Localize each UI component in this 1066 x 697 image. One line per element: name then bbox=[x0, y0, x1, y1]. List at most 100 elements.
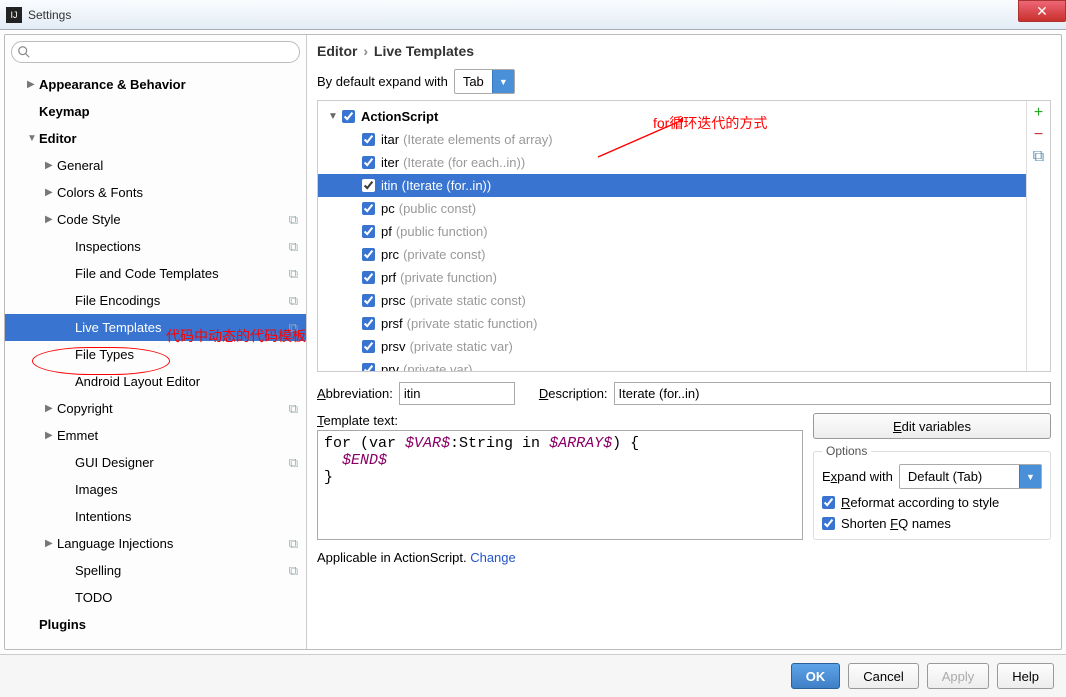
template-desc: (private static const) bbox=[410, 293, 526, 308]
project-scope-icon: ⧉ bbox=[289, 212, 298, 228]
template-desc: (private static function) bbox=[407, 316, 538, 331]
template-desc: (private const) bbox=[403, 247, 485, 262]
sidebar-item-label: GUI Designer bbox=[75, 455, 154, 470]
shorten-label: Shorten FQ names bbox=[841, 516, 951, 531]
template-checkbox[interactable] bbox=[362, 294, 375, 307]
desc-label: Description: bbox=[539, 386, 608, 401]
reformat-label: Reformat according to style bbox=[841, 495, 999, 510]
template-checkbox[interactable] bbox=[362, 133, 375, 146]
reformat-checkbox[interactable] bbox=[822, 496, 835, 509]
sidebar-item-label: Plugins bbox=[39, 617, 86, 632]
template-group-header[interactable]: ▼ActionScript bbox=[318, 105, 1026, 128]
template-text-label: Template text: bbox=[317, 413, 803, 428]
copy-icon[interactable]: ⧉ bbox=[1031, 149, 1047, 165]
sidebar-item-intentions[interactable]: Intentions bbox=[5, 503, 306, 530]
template-item-pc[interactable]: pc (public const) bbox=[318, 197, 1026, 220]
sidebar-item-inspections[interactable]: Inspections⧉ bbox=[5, 233, 306, 260]
template-desc: (private var) bbox=[403, 362, 472, 371]
template-item-prc[interactable]: prc (private const) bbox=[318, 243, 1026, 266]
sidebar-item-emmet[interactable]: ▶Emmet bbox=[5, 422, 306, 449]
sidebar-item-label: Keymap bbox=[39, 104, 90, 119]
template-checkbox[interactable] bbox=[362, 156, 375, 169]
search-input[interactable] bbox=[11, 41, 300, 63]
abbr-label: Abbreviation: bbox=[317, 386, 393, 401]
sidebar-item-label: Intentions bbox=[75, 509, 131, 524]
options-group: Options Expand with Default (Tab) ▼ Refo… bbox=[813, 451, 1051, 540]
shorten-checkbox[interactable] bbox=[822, 517, 835, 530]
breadcrumb: Editor › Live Templates bbox=[317, 43, 1051, 59]
template-checkbox[interactable] bbox=[362, 202, 375, 215]
template-checkbox[interactable] bbox=[362, 317, 375, 330]
sidebar-item-appearance-behavior[interactable]: ▶Appearance & Behavior bbox=[5, 71, 306, 98]
template-checkbox[interactable] bbox=[362, 248, 375, 261]
tree-arrow-icon: ▶ bbox=[45, 214, 57, 225]
template-abbr: prsf bbox=[381, 316, 403, 331]
template-checkbox[interactable] bbox=[362, 363, 375, 371]
sidebar-item-copyright[interactable]: ▶Copyright⧉ bbox=[5, 395, 306, 422]
template-item-prsc[interactable]: prsc (private static const) bbox=[318, 289, 1026, 312]
sidebar-item-todo[interactable]: TODO bbox=[5, 584, 306, 611]
sidebar-item-label: Appearance & Behavior bbox=[39, 77, 186, 92]
template-list-box: ▼ActionScriptitar (Iterate elements of a… bbox=[317, 100, 1051, 372]
expand-default-combo[interactable]: Tab ▼ bbox=[454, 69, 515, 94]
template-checkbox[interactable] bbox=[362, 271, 375, 284]
sidebar-item-label: Code Style bbox=[57, 212, 121, 227]
template-desc: (Iterate (for..in)) bbox=[402, 178, 492, 193]
expand-with-label: Expand with bbox=[822, 469, 893, 484]
sidebar-item-plugins[interactable]: Plugins bbox=[5, 611, 306, 638]
sidebar-item-code-style[interactable]: ▶Code Style ⧉ bbox=[5, 206, 306, 233]
cancel-button[interactable]: Cancel bbox=[848, 663, 918, 689]
sidebar-item-file-and-code-templates[interactable]: File and Code Templates⧉ bbox=[5, 260, 306, 287]
template-side-buttons: + − ⧉ bbox=[1026, 101, 1050, 371]
app-icon: IJ bbox=[6, 7, 22, 23]
sidebar-item-editor[interactable]: ▼Editor bbox=[5, 125, 306, 152]
tree-arrow-icon: ▶ bbox=[27, 79, 39, 90]
tree-arrow-icon: ▶ bbox=[45, 403, 57, 414]
breadcrumb-b: Live Templates bbox=[374, 43, 474, 59]
sidebar-item-android-layout-editor[interactable]: Android Layout Editor bbox=[5, 368, 306, 395]
abbr-input[interactable] bbox=[399, 382, 515, 405]
template-item-prf[interactable]: prf (private function) bbox=[318, 266, 1026, 289]
expand-with-combo[interactable]: Default (Tab) ▼ bbox=[899, 464, 1042, 489]
template-checkbox[interactable] bbox=[362, 340, 375, 353]
help-button[interactable]: Help bbox=[997, 663, 1054, 689]
sidebar-item-images[interactable]: Images bbox=[5, 476, 306, 503]
template-checkbox[interactable] bbox=[362, 225, 375, 238]
ok-button[interactable]: OK bbox=[791, 663, 841, 689]
close-button[interactable]: ✕ bbox=[1018, 0, 1066, 22]
sidebar-item-keymap[interactable]: Keymap bbox=[5, 98, 306, 125]
template-item-prsv[interactable]: prsv (private static var) bbox=[318, 335, 1026, 358]
sidebar-item-gui-designer[interactable]: GUI Designer ⧉ bbox=[5, 449, 306, 476]
template-item-pf[interactable]: pf (public function) bbox=[318, 220, 1026, 243]
applicable-text: Applicable in ActionScript. Change bbox=[317, 550, 1051, 565]
template-item-prv[interactable]: prv (private var) bbox=[318, 358, 1026, 371]
desc-input[interactable] bbox=[614, 382, 1051, 405]
sidebar-item-label: Spelling bbox=[75, 563, 121, 578]
template-desc: (public function) bbox=[396, 224, 488, 239]
template-item-itin[interactable]: itin (Iterate (for..in)) bbox=[318, 174, 1026, 197]
template-list[interactable]: ▼ActionScriptitar (Iterate elements of a… bbox=[318, 101, 1026, 371]
sidebar-item-language-injections[interactable]: ▶Language Injections⧉ bbox=[5, 530, 306, 557]
sidebar-item-label: Live Templates bbox=[75, 320, 161, 335]
template-item-iter[interactable]: iter (Iterate (for each..in)) bbox=[318, 151, 1026, 174]
project-scope-icon: ⧉ bbox=[289, 536, 298, 552]
sidebar-item-file-encodings[interactable]: File Encodings⧉ bbox=[5, 287, 306, 314]
sidebar-item-general[interactable]: ▶General bbox=[5, 152, 306, 179]
sidebar-item-live-templates[interactable]: Live Templates⧉ bbox=[5, 314, 306, 341]
apply-button[interactable]: Apply bbox=[927, 663, 990, 689]
edit-variables-button[interactable]: Edit variables bbox=[813, 413, 1051, 439]
sidebar-item-spelling[interactable]: Spelling⧉ bbox=[5, 557, 306, 584]
template-item-itar[interactable]: itar (Iterate elements of array) bbox=[318, 128, 1026, 151]
group-checkbox[interactable] bbox=[342, 110, 355, 123]
remove-icon[interactable]: − bbox=[1031, 127, 1047, 143]
project-scope-icon: ⧉ bbox=[289, 455, 298, 471]
sidebar-item-colors-fonts[interactable]: ▶Colors & Fonts bbox=[5, 179, 306, 206]
template-text-area[interactable]: for (var $VAR$:String in $ARRAY$) { $END… bbox=[317, 430, 803, 540]
change-link[interactable]: Change bbox=[470, 550, 516, 565]
settings-tree[interactable]: ▶Appearance & BehaviorKeymap▼Editor▶Gene… bbox=[5, 69, 306, 649]
template-checkbox[interactable] bbox=[362, 179, 375, 192]
tree-arrow-icon: ▶ bbox=[45, 430, 57, 441]
template-item-prsf[interactable]: prsf (private static function) bbox=[318, 312, 1026, 335]
sidebar-item-file-types[interactable]: File Types bbox=[5, 341, 306, 368]
add-icon[interactable]: + bbox=[1031, 105, 1047, 121]
